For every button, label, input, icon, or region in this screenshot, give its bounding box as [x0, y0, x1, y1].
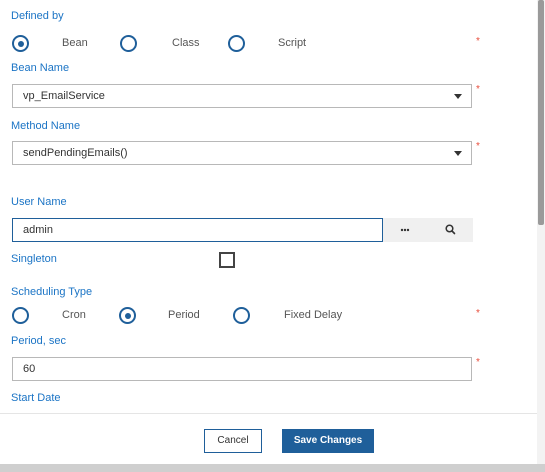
scheduling-type-radio-group: Cron Period Fixed Delay	[0, 306, 480, 328]
method-name-value: sendPendingEmails()	[23, 147, 128, 159]
radio-bean-label: Bean	[62, 37, 88, 49]
bean-name-value: vp_EmailService	[23, 90, 105, 102]
method-name-select[interactable]: sendPendingEmails()	[12, 141, 472, 165]
search-icon	[445, 224, 456, 235]
cancel-button[interactable]: Cancel	[204, 429, 262, 453]
bean-name-required-mark: *	[476, 84, 480, 95]
scheduling-type-required-mark: *	[476, 308, 480, 319]
radio-script[interactable]	[228, 35, 245, 52]
radio-script-label: Script	[278, 37, 307, 49]
defined-by-radio-group: Bean Class Script	[0, 34, 480, 56]
radio-class-label: Class	[172, 37, 200, 49]
user-lookup-button[interactable]	[383, 218, 428, 242]
radio-cron-label: Cron	[62, 309, 86, 321]
vertical-scrollbar[interactable]	[537, 0, 545, 464]
window-bottom-border	[0, 464, 545, 472]
save-changes-button[interactable]: Save Changes	[282, 429, 374, 453]
bean-name-select[interactable]: vp_EmailService	[12, 84, 472, 108]
period-field[interactable]: 60	[12, 357, 472, 381]
chevron-down-icon	[454, 151, 462, 156]
scheduled-task-form: Defined by Bean Class Script * Bean Name…	[0, 0, 545, 472]
singleton-label: Singleton	[11, 253, 57, 265]
radio-period-label: Period	[168, 309, 200, 321]
ellipsis-icon	[400, 228, 410, 232]
user-name-field[interactable]: admin	[12, 218, 383, 242]
radio-cron[interactable]	[12, 307, 29, 324]
bean-name-label: Bean Name	[11, 62, 70, 74]
radio-period[interactable]	[119, 307, 136, 324]
singleton-checkbox[interactable]	[219, 252, 235, 268]
scrollbar-thumb[interactable]	[538, 0, 544, 225]
period-required-mark: *	[476, 357, 480, 368]
radio-fixed-delay-label: Fixed Delay	[284, 309, 343, 321]
footer-divider	[0, 413, 545, 414]
user-name-value: admin	[23, 224, 53, 236]
method-name-required-mark: *	[476, 141, 480, 152]
radio-class[interactable]	[120, 35, 137, 52]
method-name-label: Method Name	[11, 120, 81, 132]
defined-by-required-mark: *	[476, 36, 480, 47]
radio-bean[interactable]	[12, 35, 29, 52]
chevron-down-icon	[454, 94, 462, 99]
scheduling-type-label: Scheduling Type	[11, 286, 93, 298]
user-search-button[interactable]	[428, 218, 473, 242]
radio-fixed-delay[interactable]	[233, 307, 250, 324]
defined-by-label: Defined by	[11, 10, 64, 22]
user-name-label: User Name	[11, 196, 67, 208]
period-value: 60	[23, 363, 36, 375]
period-label: Period, sec	[11, 335, 67, 347]
start-date-label: Start Date	[11, 392, 61, 404]
